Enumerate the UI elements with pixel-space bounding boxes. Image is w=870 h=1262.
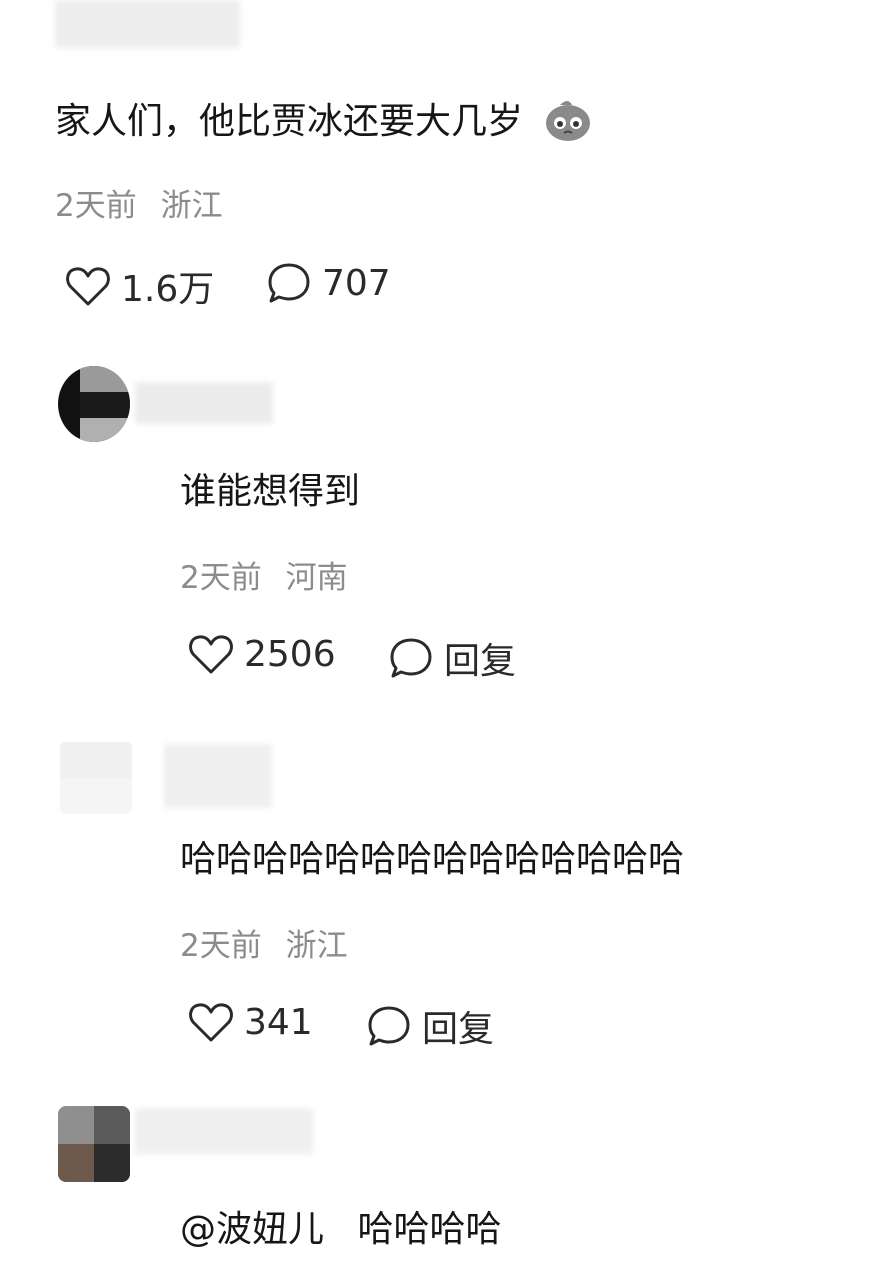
reply-count: 707 (322, 262, 391, 304)
avatar[interactable] (60, 742, 132, 814)
comment-text-content: 家人们，他比贾冰还要大几岁 (55, 101, 524, 142)
like-count: 1.6万 (121, 269, 215, 310)
heart-icon (189, 1003, 233, 1042)
like-button[interactable]: 1.6万 (65, 260, 214, 312)
comment-time: 2天前 (180, 560, 262, 596)
comment-bubble-icon (368, 1006, 410, 1046)
comment-location: 浙江 (285, 928, 348, 964)
reply-button[interactable]: 回复 (366, 1000, 494, 1052)
comment-text: 哈哈哈哈哈哈哈哈哈哈哈哈哈哈 (180, 839, 685, 880)
reply-label: 回复 (422, 1009, 495, 1050)
mention-link[interactable]: @波妞儿 (180, 1209, 324, 1250)
reply-button[interactable]: 回复 (388, 632, 516, 684)
like-count: 341 (244, 1001, 313, 1043)
heart-icon (189, 635, 233, 674)
avatar[interactable] (58, 366, 130, 442)
comment-time: 2天前 (55, 188, 137, 224)
comment-text: 谁能想得到 (180, 471, 361, 512)
like-button[interactable]: 341 (188, 1000, 313, 1044)
reply-count-button[interactable]: 707 (266, 260, 391, 306)
username-blurred[interactable] (164, 744, 272, 808)
comment-text: @波妞儿 哈哈哈哈 (180, 1200, 501, 1252)
heart-icon (66, 267, 110, 306)
reply-label: 回复 (444, 641, 517, 682)
comment-meta: 2天前 浙江 (55, 180, 223, 225)
username-blurred[interactable] (135, 382, 273, 424)
avatar[interactable] (58, 1106, 130, 1182)
comment-location: 浙江 (160, 188, 223, 224)
like-count: 2506 (244, 633, 336, 675)
username-blurred[interactable] (55, 0, 240, 48)
comment-location: 河南 (285, 560, 348, 596)
comment-time: 2天前 (180, 928, 262, 964)
comment-text: 家人们，他比贾冰还要大几岁 (55, 92, 594, 152)
comment-meta: 2天前 河南 (180, 552, 348, 597)
comment-bubble-icon (390, 638, 432, 678)
comment-text-content: 哈哈哈哈 (357, 1209, 502, 1250)
like-button[interactable]: 2506 (188, 632, 336, 676)
username-blurred[interactable] (135, 1108, 313, 1154)
pleading-face-icon (542, 95, 594, 152)
comment-bubble-icon (268, 263, 310, 303)
comment-meta: 2天前 浙江 (180, 920, 348, 965)
